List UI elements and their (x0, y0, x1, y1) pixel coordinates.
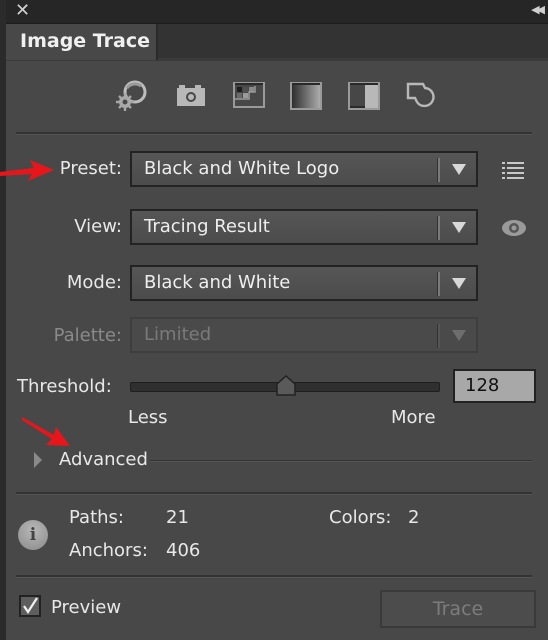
paths-label: Paths: (69, 507, 124, 528)
palette-value: Limited (144, 324, 212, 345)
palette-dropdown[interactable]: Limited (130, 317, 478, 353)
gradient-icon[interactable] (289, 78, 323, 112)
mode-dropdown[interactable]: Black and White (130, 265, 478, 301)
slider-more-label: More (391, 407, 436, 428)
auto-color-gear-icon[interactable] (115, 78, 149, 112)
tab-strip: Image Trace (6, 24, 548, 61)
panel-titlebar: ✕ ◀◀ (6, 0, 548, 24)
paths-value: 21 (166, 507, 189, 528)
checkmark-icon (23, 597, 38, 615)
separator (150, 460, 532, 462)
half-square-icon[interactable] (347, 78, 381, 112)
separator (16, 132, 532, 135)
slider-less-label: Less (128, 407, 168, 428)
preset-dropdown[interactable]: Black and White Logo (130, 151, 478, 187)
chevron-down-icon[interactable] (452, 222, 466, 233)
dropdown-divider (437, 158, 440, 182)
preview-label[interactable]: Preview (51, 597, 121, 618)
preview-checkbox[interactable] (19, 595, 41, 617)
list-menu-icon[interactable] (500, 158, 528, 182)
eye-icon[interactable] (500, 216, 528, 240)
panel-left-edge (0, 0, 6, 640)
chevron-down-icon[interactable] (452, 164, 466, 175)
trace-button[interactable]: Trace (380, 590, 536, 628)
preset-value: Black and White Logo (144, 158, 340, 179)
threshold-input[interactable]: 128 (453, 369, 536, 403)
advanced-toggle[interactable]: Advanced (59, 449, 148, 470)
color-grid-icon[interactable] (232, 78, 266, 112)
chevron-down-icon[interactable] (452, 330, 466, 341)
mode-value: Black and White (144, 272, 291, 293)
view-dropdown[interactable]: Tracing Result (130, 209, 478, 245)
tab-image-trace[interactable]: Image Trace (6, 24, 158, 60)
threshold-slider-thumb[interactable] (275, 374, 297, 397)
disclosure-triangle-icon[interactable] (34, 452, 42, 468)
mode-label: Mode: (66, 272, 122, 293)
close-icon[interactable]: ✕ (15, 1, 30, 21)
anchors-label: Anchors: (69, 540, 148, 561)
dropdown-divider (437, 272, 440, 296)
dropdown-divider (437, 324, 440, 348)
separator (16, 492, 532, 495)
double-chevron-left-icon[interactable]: ◀◀ (531, 3, 545, 16)
colors-value: 2 (408, 507, 420, 528)
anchors-value: 406 (166, 540, 201, 561)
view-value: Tracing Result (144, 216, 270, 237)
colors-label: Colors: (329, 507, 392, 528)
info-icon: i (18, 520, 48, 550)
chevron-down-icon[interactable] (452, 278, 466, 289)
annotation-arrow-icon (22, 417, 70, 446)
palette-label: Palette: (53, 325, 122, 346)
threshold-label: Threshold: (17, 376, 112, 397)
camera-icon[interactable] (175, 78, 209, 112)
preset-label: Preset: (59, 158, 122, 179)
view-label: View: (74, 216, 122, 237)
outline-shape-icon[interactable] (405, 78, 439, 112)
separator (16, 575, 532, 578)
dropdown-divider (437, 216, 440, 240)
